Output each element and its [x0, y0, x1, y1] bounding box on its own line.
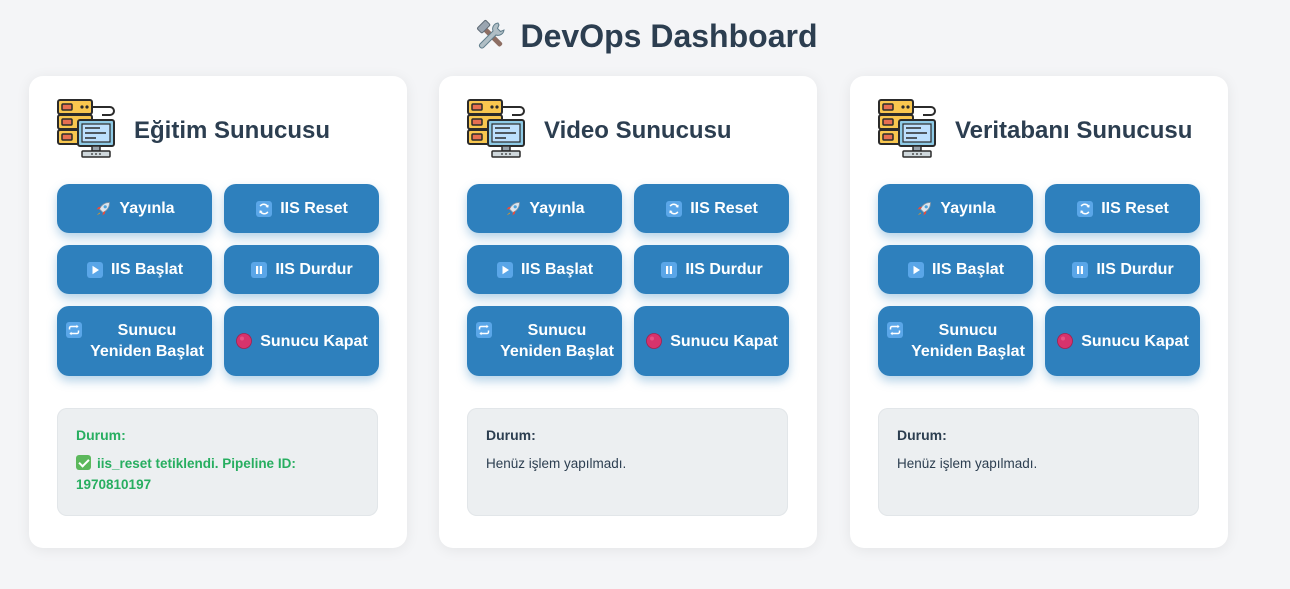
- play-icon: [86, 261, 104, 279]
- rocket-icon: [504, 200, 522, 218]
- restart-button-label: Sunucu Yeniden Başlat: [90, 322, 204, 360]
- status-box: Durum: iis_reset tetiklendi. Pipeline ID…: [57, 408, 378, 516]
- pause-icon: [660, 261, 678, 279]
- iis-stop-button[interactable]: IIS Durdur: [224, 245, 379, 294]
- repeat-icon: [475, 321, 493, 339]
- server-card-video: Video Sunucusu Yayınla IIS Reset IIS Baş…: [439, 76, 817, 548]
- server-card-veritabani: Veritabanı Sunucusu Yayınla IIS Reset II…: [850, 76, 1228, 548]
- iis-reset-button-label: IIS Reset: [1101, 200, 1169, 217]
- red-circle-icon: [1056, 332, 1074, 350]
- page-title-text: DevOps Dashboard: [520, 18, 818, 54]
- publish-button-label: Yayınla: [119, 200, 175, 217]
- card-header: Veritabanı Sunucusu: [877, 98, 1217, 162]
- shutdown-server-button[interactable]: Sunucu Kapat: [634, 306, 789, 376]
- shutdown-button-label: Sunucu Kapat: [1081, 332, 1189, 350]
- restart-button-label: Sunucu Yeniden Başlat: [500, 322, 614, 360]
- pause-icon: [250, 261, 268, 279]
- server-icon: [56, 98, 118, 160]
- red-circle-icon: [235, 332, 253, 350]
- hammer-and-wrench-icon: [476, 19, 505, 49]
- card-title: Veritabanı Sunucusu: [955, 117, 1193, 144]
- restart-button-label: Sunucu Yeniden Başlat: [911, 322, 1025, 360]
- publish-button[interactable]: Yayınla: [467, 184, 622, 233]
- iis-stop-button-label: IIS Durdur: [685, 261, 763, 278]
- iis-stop-button[interactable]: IIS Durdur: [634, 245, 789, 294]
- refresh-icon: [255, 200, 273, 218]
- status-message: Henüz işlem yapılmadı.: [486, 456, 627, 471]
- iis-start-button-label: IIS Başlat: [931, 261, 1005, 278]
- iis-start-button[interactable]: IIS Başlat: [878, 245, 1033, 294]
- iis-reset-button-label: IIS Reset: [280, 200, 348, 217]
- publish-button[interactable]: Yayınla: [57, 184, 212, 233]
- status-label: Durum:: [897, 427, 947, 443]
- status-label: Durum:: [76, 427, 126, 443]
- status-box: Durum: Henüz işlem yapılmadı.: [467, 408, 788, 516]
- iis-start-button-label: IIS Başlat: [520, 261, 594, 278]
- restart-button-content: Sunucu Yeniden Başlat: [886, 320, 1025, 362]
- red-circle-icon: [645, 332, 663, 350]
- iis-start-button-label: IIS Başlat: [110, 261, 184, 278]
- restart-button-content: Sunucu Yeniden Başlat: [65, 320, 204, 362]
- refresh-icon: [665, 200, 683, 218]
- restart-server-button[interactable]: Sunucu Yeniden Başlat: [467, 306, 622, 376]
- pause-icon: [1071, 261, 1089, 279]
- publish-button[interactable]: Yayınla: [878, 184, 1033, 233]
- repeat-icon: [65, 321, 83, 339]
- server-icon: [877, 98, 939, 160]
- refresh-icon: [1076, 200, 1094, 218]
- card-title: Video Sunucusu: [544, 117, 732, 144]
- card-title: Eğitim Sunucusu: [134, 117, 331, 144]
- restart-server-button[interactable]: Sunucu Yeniden Başlat: [57, 306, 212, 376]
- iis-reset-button[interactable]: IIS Reset: [634, 184, 789, 233]
- iis-reset-button[interactable]: IIS Reset: [224, 184, 379, 233]
- iis-stop-button-label: IIS Durdur: [275, 261, 353, 278]
- check-mark-icon: [76, 455, 91, 470]
- card-header: Eğitim Sunucusu: [56, 98, 396, 162]
- iis-start-button[interactable]: IIS Başlat: [467, 245, 622, 294]
- server-cards: Eğitim Sunucusu Yayınla IIS Reset IIS Ba…: [29, 76, 1229, 548]
- shutdown-server-button[interactable]: Sunucu Kapat: [1045, 306, 1200, 376]
- page-title: DevOps Dashboard: [0, 14, 1290, 58]
- iis-start-button[interactable]: IIS Başlat: [57, 245, 212, 294]
- status-text: iis_reset tetiklendi. Pipeline ID: 19708…: [76, 453, 360, 495]
- repeat-icon: [886, 321, 904, 339]
- card-header: Video Sunucusu: [466, 98, 806, 162]
- status-label: Durum:: [486, 427, 536, 443]
- rocket-icon: [915, 200, 933, 218]
- restart-server-button[interactable]: Sunucu Yeniden Başlat: [878, 306, 1033, 376]
- iis-stop-button[interactable]: IIS Durdur: [1045, 245, 1200, 294]
- play-icon: [907, 261, 925, 279]
- publish-button-label: Yayınla: [940, 200, 996, 217]
- server-card-egitim: Eğitim Sunucusu Yayınla IIS Reset IIS Ba…: [29, 76, 407, 548]
- status-message: iis_reset tetiklendi. Pipeline ID: 19708…: [76, 456, 296, 492]
- shutdown-server-button[interactable]: Sunucu Kapat: [224, 306, 379, 376]
- publish-button-label: Yayınla: [529, 200, 585, 217]
- iis-reset-button[interactable]: IIS Reset: [1045, 184, 1200, 233]
- iis-reset-button-label: IIS Reset: [690, 200, 758, 217]
- shutdown-button-label: Sunucu Kapat: [670, 332, 778, 350]
- shutdown-button-label: Sunucu Kapat: [260, 332, 368, 350]
- play-icon: [496, 261, 514, 279]
- status-box: Durum: Henüz işlem yapılmadı.: [878, 408, 1199, 516]
- server-icon: [466, 98, 528, 160]
- rocket-icon: [94, 200, 112, 218]
- status-message: Henüz işlem yapılmadı.: [897, 456, 1038, 471]
- iis-stop-button-label: IIS Durdur: [1096, 261, 1174, 278]
- restart-button-content: Sunucu Yeniden Başlat: [475, 320, 614, 362]
